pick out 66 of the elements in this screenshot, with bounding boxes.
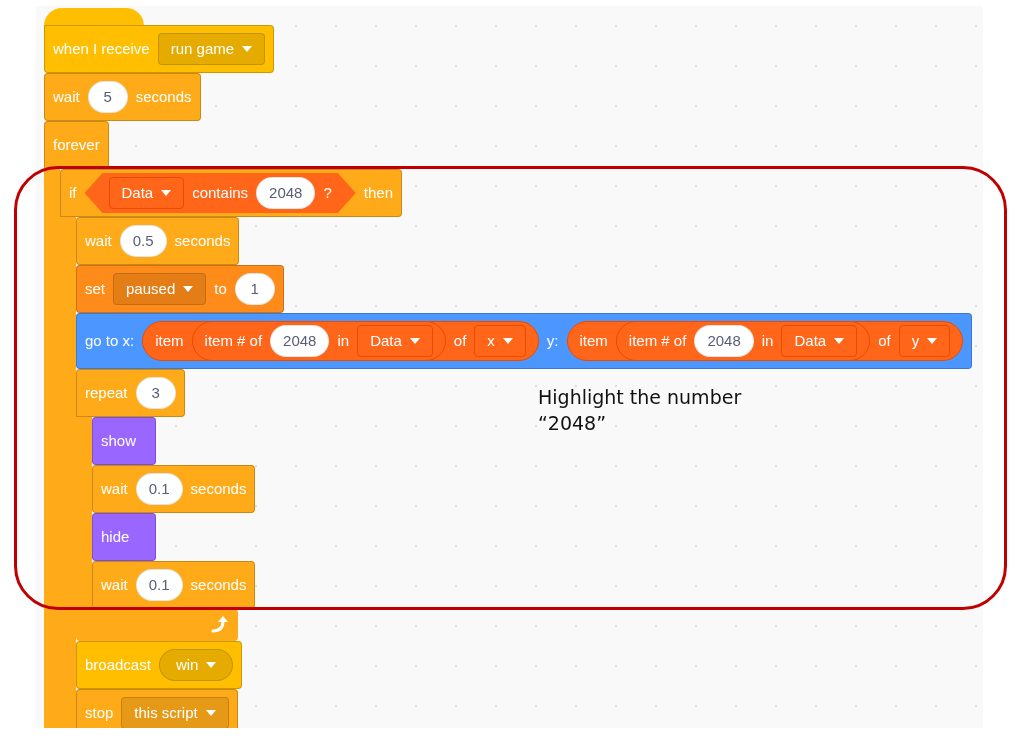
code-block[interactable]: repeat 3 [76, 369, 185, 417]
code-block[interactable]: wait 0.1 seconds [92, 465, 256, 513]
block-text: go to x: [85, 330, 135, 351]
block-text: seconds [174, 230, 231, 251]
number-input[interactable]: 0.5 [119, 225, 167, 257]
code-block[interactable]: go to x: item item # of 2048 in Data of x y: item item # of 2048 in Data of y [76, 313, 973, 369]
number-input[interactable]: 2048 [270, 325, 330, 357]
block-text: item [579, 330, 608, 351]
block-text: hide [101, 526, 130, 547]
block-text: seconds [190, 478, 247, 499]
loop-arrow-icon [210, 616, 230, 634]
block-text: wait [85, 230, 112, 251]
block-text: wait [101, 574, 128, 595]
caret-icon [927, 338, 938, 344]
caret-icon [409, 338, 420, 344]
reporter-block[interactable]: item item # of 2048 in Data of y [566, 321, 964, 361]
block-text: y: [546, 330, 559, 351]
block-text: ? [323, 182, 332, 203]
number-input[interactable]: 1 [234, 273, 275, 305]
code-block[interactable]: wait 0.5 seconds [76, 217, 240, 265]
block-text: broadcast [85, 654, 151, 675]
block-text: wait [53, 86, 80, 107]
caret-icon [502, 338, 513, 344]
block-text: seconds [190, 574, 247, 595]
caret-icon [834, 338, 845, 344]
reporter-block[interactable]: item # of 2048 in Data [191, 321, 446, 361]
code-block[interactable]: if Data contains 2048 ? then [60, 169, 402, 217]
block-text: then [363, 182, 393, 203]
boolean-block[interactable]: Data contains 2048 ? [84, 173, 356, 213]
number-input[interactable]: 2048 [256, 177, 316, 209]
block-text: forever [53, 134, 100, 155]
caret-icon [183, 286, 194, 292]
block-text: repeat [85, 382, 128, 403]
caret-icon [242, 46, 253, 52]
block-text: item # of [204, 330, 263, 351]
block-text: wait [101, 478, 128, 499]
code-block[interactable]: wait 5 seconds [44, 73, 201, 121]
number-input[interactable]: 0.1 [135, 473, 183, 505]
block-text: when I receive [53, 38, 150, 59]
block-text: of [878, 330, 891, 351]
block-text: seconds [135, 86, 192, 107]
block-text: show [101, 430, 137, 451]
block-text: of [453, 330, 467, 351]
caret-icon [161, 190, 172, 196]
number-input[interactable]: 5 [87, 81, 128, 113]
annotation-text: Highlight the number “2048” [538, 385, 743, 436]
caret-icon [205, 710, 216, 716]
reporter-block[interactable]: item # of 2048 in Data [615, 321, 871, 361]
block-text: stop [85, 702, 114, 723]
number-input[interactable]: 2048 [694, 325, 754, 357]
code-block[interactable]: set paused to 1 [76, 265, 284, 313]
code-block[interactable]: wait 0.1 seconds [92, 561, 256, 609]
block-text: in [761, 330, 774, 351]
block-text: set [85, 278, 105, 299]
block-text: contains [192, 182, 249, 203]
number-input[interactable]: 3 [135, 377, 176, 409]
code-block[interactable]: show [92, 417, 156, 465]
number-input[interactable]: 0.1 [135, 569, 183, 601]
block-text: item # of [628, 330, 687, 351]
caret-icon [206, 662, 217, 668]
block-text: in [337, 330, 350, 351]
code-block[interactable]: hide [92, 513, 156, 561]
block-text: item [155, 330, 184, 351]
reporter-block[interactable]: item item # of 2048 in Data of x [142, 321, 539, 361]
block-text: if [69, 182, 77, 203]
block-text: to [214, 278, 227, 299]
